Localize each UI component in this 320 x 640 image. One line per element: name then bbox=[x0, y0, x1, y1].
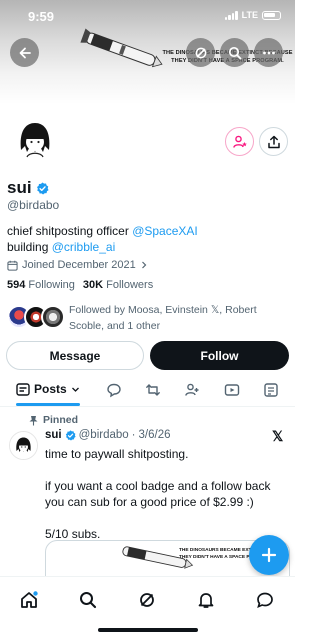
tab-followers-you-know[interactable] bbox=[183, 381, 201, 399]
chevron-right-icon[interactable] bbox=[140, 261, 148, 269]
person-add-icon bbox=[185, 383, 199, 396]
followers-link[interactable]: 30K Followers bbox=[83, 279, 153, 291]
profile-bio: chief shitposting officer @SpaceXAI buil… bbox=[7, 223, 198, 255]
search-icon bbox=[228, 46, 241, 59]
followed-by[interactable]: Followed by Moosa, Evinstein 𝕏, Robert S… bbox=[7, 302, 292, 334]
follower-avatar bbox=[41, 305, 65, 329]
bio-line-2: building @cribble_ai bbox=[7, 239, 198, 255]
followers-label: Followers bbox=[106, 279, 154, 291]
followed-by-text: Followed by Moosa, Evinstein 𝕏, Robert S… bbox=[69, 304, 257, 332]
tab-replies[interactable] bbox=[105, 381, 123, 399]
status-bar: 9:59 LTE bbox=[0, 0, 295, 32]
banner-rocket-image bbox=[80, 28, 163, 68]
battery-icon bbox=[262, 10, 281, 20]
plus-icon bbox=[261, 547, 277, 563]
tab-articles[interactable] bbox=[262, 381, 280, 399]
bio-line-1: chief shitposting officer @SpaceXAI bbox=[7, 223, 198, 239]
search-icon bbox=[80, 592, 97, 609]
verified-badge-icon[interactable] bbox=[36, 181, 49, 195]
post-header: sui @birdabo · 3/6/26 bbox=[45, 429, 171, 441]
post-author-name[interactable]: sui bbox=[45, 429, 62, 441]
avatar-image bbox=[8, 112, 62, 166]
post-text: time to paywall shitposting. if you want… bbox=[45, 447, 271, 541]
bio-text: chief shitposting officer bbox=[7, 224, 133, 238]
pin-icon bbox=[29, 415, 38, 425]
x-logo-icon[interactable]: 𝕏 bbox=[272, 428, 283, 445]
signal-icon bbox=[224, 10, 238, 20]
person-star-icon bbox=[232, 135, 247, 148]
bell-icon bbox=[198, 593, 214, 608]
grok-icon bbox=[140, 593, 154, 607]
bio-mention-link[interactable]: @cribble_ai bbox=[52, 240, 116, 254]
article-icon bbox=[264, 383, 278, 397]
post-date[interactable]: 3/6/26 bbox=[139, 429, 171, 441]
compose-button[interactable] bbox=[249, 535, 289, 575]
joined-date: Joined December 2021 bbox=[7, 259, 148, 271]
chat-bubble-icon bbox=[257, 592, 273, 608]
more-button[interactable] bbox=[254, 38, 283, 67]
nav-grok[interactable] bbox=[136, 589, 158, 611]
follow-button[interactable]: Follow bbox=[150, 341, 289, 370]
reply-bubble-icon bbox=[107, 383, 121, 398]
home-indicator bbox=[98, 628, 198, 632]
chevron-down-icon bbox=[71, 387, 79, 392]
grok-button[interactable] bbox=[186, 38, 215, 67]
grok-icon bbox=[195, 47, 206, 58]
share-icon bbox=[267, 135, 280, 148]
tab-posts[interactable]: Posts bbox=[16, 382, 80, 396]
followers-count: 30K bbox=[82, 279, 104, 291]
subscribe-button[interactable] bbox=[225, 127, 254, 156]
tabs-divider bbox=[0, 406, 295, 407]
bio-text: building bbox=[7, 240, 52, 254]
repost-icon bbox=[146, 384, 160, 396]
tab-reposts[interactable] bbox=[144, 381, 162, 399]
pinned-indicator: Pinned bbox=[29, 414, 78, 426]
nav-home[interactable] bbox=[18, 589, 40, 611]
nav-messages[interactable] bbox=[254, 589, 276, 611]
video-icon bbox=[224, 384, 240, 396]
profile-handle: @birdabo bbox=[7, 198, 60, 212]
tab-posts-label: Posts bbox=[34, 382, 67, 396]
post-author-avatar[interactable] bbox=[9, 431, 38, 460]
search-button[interactable] bbox=[220, 38, 249, 67]
back-button[interactable] bbox=[10, 38, 39, 67]
nav-explore[interactable] bbox=[77, 589, 99, 611]
more-horizontal-icon bbox=[262, 51, 275, 54]
following-link[interactable]: 594 Following bbox=[7, 279, 75, 291]
follow-stats: 594 Following 30K Followers bbox=[7, 279, 153, 291]
home-icon bbox=[21, 591, 38, 608]
verified-badge-icon bbox=[65, 429, 76, 441]
profile-name: sui bbox=[7, 178, 32, 197]
post-dot-separator: · bbox=[131, 429, 136, 441]
pinned-label: Pinned bbox=[43, 414, 79, 426]
share-button[interactable] bbox=[259, 127, 288, 156]
joined-text: Joined December 2021 bbox=[22, 259, 136, 271]
posts-icon bbox=[16, 382, 30, 396]
arrow-left-icon bbox=[19, 47, 31, 58]
profile-tabs: Posts bbox=[0, 378, 295, 406]
profile-avatar[interactable] bbox=[6, 110, 64, 168]
post-author-handle[interactable]: @birdabo bbox=[79, 429, 129, 441]
avatar-image bbox=[10, 432, 37, 459]
network-label: LTE bbox=[241, 10, 258, 20]
status-time: 9:59 bbox=[28, 9, 55, 24]
tab-media[interactable] bbox=[223, 381, 241, 399]
following-label: Following bbox=[28, 279, 75, 291]
nav-notifications[interactable] bbox=[195, 589, 217, 611]
message-button[interactable]: Message bbox=[6, 341, 144, 370]
status-indicators: LTE bbox=[224, 10, 281, 20]
bio-mention-link[interactable]: @SpaceXAI bbox=[132, 224, 198, 238]
following-count: 594 bbox=[7, 279, 26, 291]
profile-name-row: sui bbox=[7, 178, 49, 198]
calendar-icon bbox=[7, 260, 18, 271]
